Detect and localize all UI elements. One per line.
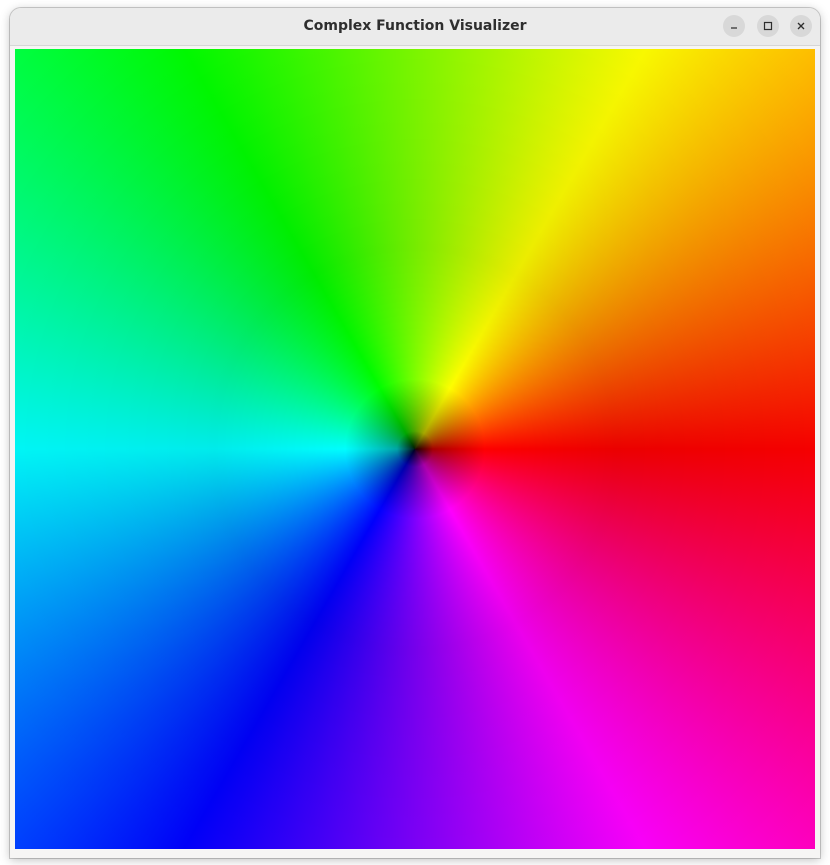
close-icon xyxy=(796,21,806,31)
domain-coloring-plot[interactable] xyxy=(15,49,815,849)
title-bar[interactable]: Complex Function Visualizer xyxy=(10,8,820,46)
minimize-button[interactable] xyxy=(723,15,745,37)
maximize-button[interactable] xyxy=(757,15,779,37)
minimize-icon xyxy=(729,21,739,31)
maximize-icon xyxy=(763,21,773,31)
close-button[interactable] xyxy=(790,15,812,37)
plot-shading xyxy=(15,49,815,849)
app-window: Complex Function Visualizer xyxy=(10,8,820,858)
window-title: Complex Function Visualizer xyxy=(303,18,527,34)
